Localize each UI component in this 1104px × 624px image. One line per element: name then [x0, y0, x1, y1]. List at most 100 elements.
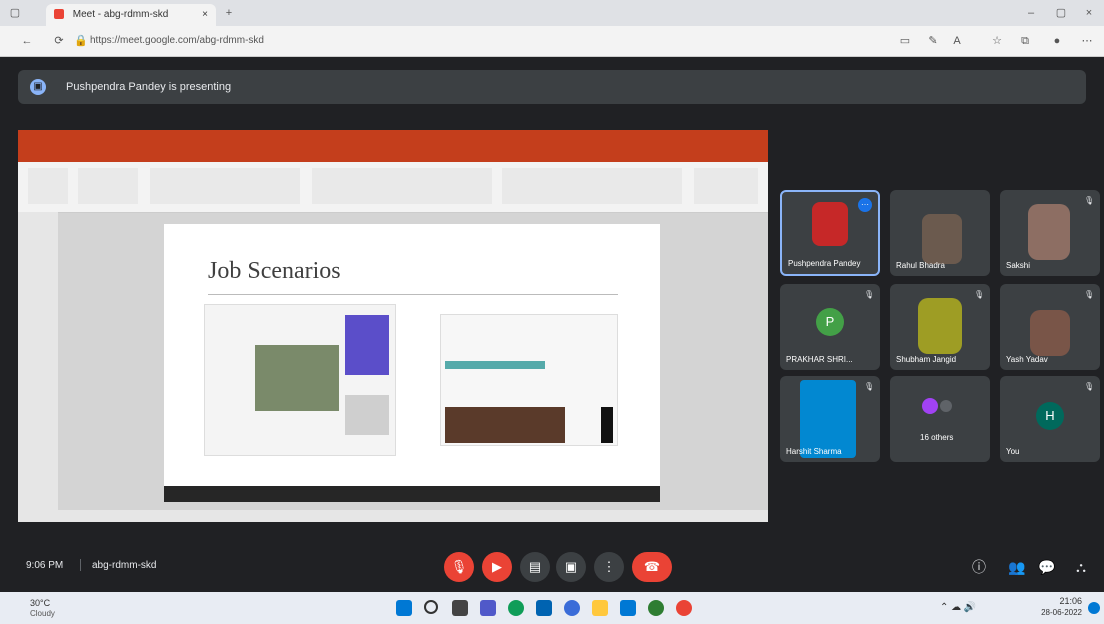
- search-icon[interactable]: [424, 600, 438, 614]
- participant-video: [922, 214, 962, 264]
- weather-temp[interactable]: 30°C: [30, 598, 50, 608]
- profile-icon[interactable]: ●: [1050, 34, 1064, 48]
- powerpoint-ribbon-tabs: [18, 150, 768, 162]
- weather-desc: Cloudy: [30, 609, 55, 618]
- mic-off-icon: 🎙: [974, 290, 985, 299]
- participant-name: Rahul Bhadra: [896, 261, 945, 270]
- tab-title: Meet - abg-rdmm-skd: [72, 9, 169, 20]
- others-count: 16 others: [920, 433, 954, 442]
- close-tab-icon[interactable]: ×: [202, 4, 208, 26]
- mic-off-icon: 🎙: [1084, 290, 1095, 299]
- new-tab-icon[interactable]: +: [222, 6, 236, 20]
- participant-name: Sakshi: [1006, 261, 1031, 270]
- slide-title: Job Scenarios: [208, 258, 341, 284]
- self-tile[interactable]: H You 🎙: [1000, 376, 1100, 462]
- speaking-icon: ⋯: [858, 198, 872, 212]
- browser-tab[interactable]: Meet - abg-rdmm-skd ×: [46, 4, 216, 26]
- others-tile[interactable]: 16 others: [890, 376, 990, 462]
- participant-name: Yash Yadav: [1006, 355, 1048, 364]
- powerpoint-ribbon: [18, 162, 768, 213]
- participant-tile[interactable]: Sakshi 🎙: [1000, 190, 1100, 276]
- browser-tab-bar: ▢ Meet - abg-rdmm-skd × + – ▢ ×: [0, 0, 1104, 26]
- address-bar: ← ⟳ 🔒 https://meet.google.com/abg-rdmm-s…: [0, 26, 1104, 57]
- clock-time[interactable]: 21:06: [1030, 596, 1082, 606]
- camera-icon[interactable]: ▭: [898, 34, 912, 48]
- participant-tile[interactable]: Pushpendra Pandey ⋯: [780, 190, 880, 276]
- mic-off-icon: 🎙: [864, 290, 875, 299]
- chat-app-icon[interactable]: [480, 600, 496, 616]
- presenting-banner: ▣ Pushpendra Pandey is presenting: [18, 70, 1086, 104]
- slide-canvas: Job Scenarios: [164, 224, 660, 486]
- more-menu-icon[interactable]: ⋯: [1080, 34, 1094, 48]
- lock-icon: 🔒: [74, 35, 88, 47]
- chat-icon[interactable]: 💬: [1038, 558, 1056, 576]
- separator: [80, 559, 81, 571]
- leave-call-button[interactable]: ☎: [632, 552, 672, 582]
- participant-name: PRAKHAR SHRI...: [786, 355, 853, 364]
- mic-off-icon: 🎙: [1084, 196, 1095, 205]
- close-window-icon[interactable]: ×: [1082, 6, 1096, 20]
- windows-taskbar: 30°C Cloudy ⌃ ☁ 🔊 21:06 28-06-2022: [0, 592, 1104, 624]
- chrome-icon[interactable]: [676, 600, 692, 616]
- slide-screenshot-right: [440, 314, 618, 446]
- participant-video: [918, 298, 962, 354]
- refresh-icon[interactable]: ⟳: [52, 34, 66, 48]
- tray-icons[interactable]: ⌃ ☁ 🔊: [940, 602, 976, 613]
- shared-screen: Job Scenarios: [18, 130, 768, 522]
- slide-screenshot-left: [204, 304, 396, 456]
- participant-tile[interactable]: Shubham Jangid 🎙: [890, 284, 990, 370]
- store-icon[interactable]: [536, 600, 552, 616]
- favorites-icon[interactable]: ☆: [990, 34, 1004, 48]
- more-options-button[interactable]: ⋮: [594, 552, 624, 582]
- maximize-icon[interactable]: ▢: [1054, 6, 1068, 20]
- mic-toggle-button[interactable]: 🎙: [444, 552, 474, 582]
- self-avatar: H: [1036, 402, 1064, 430]
- present-screen-button[interactable]: ▣: [556, 552, 586, 582]
- app-icon[interactable]: [648, 600, 664, 616]
- browser-icon[interactable]: [564, 600, 580, 616]
- presenting-text: Pushpendra Pandey is presenting: [66, 81, 232, 93]
- notifications-icon[interactable]: [1088, 602, 1100, 614]
- minimize-icon[interactable]: –: [1024, 6, 1038, 20]
- mic-off-icon: 🎙: [1084, 382, 1095, 391]
- clock-date[interactable]: 28-06-2022: [1030, 608, 1082, 617]
- others-avatar-2: [940, 400, 952, 412]
- participant-video: [1030, 310, 1070, 356]
- collections-icon[interactable]: ⧉: [1018, 34, 1032, 48]
- self-name: You: [1006, 447, 1020, 456]
- slide-divider: [208, 294, 618, 295]
- participant-tile[interactable]: P PRAKHAR SHRI... 🎙: [780, 284, 880, 370]
- url-input[interactable]: https://meet.google.com/abg-rdmm-skd: [90, 32, 730, 50]
- window-menu-icon[interactable]: ▢: [8, 6, 22, 20]
- activities-icon[interactable]: ⛬: [1072, 558, 1090, 576]
- camera-toggle-button[interactable]: ▶: [482, 552, 512, 582]
- participant-tile[interactable]: Rahul Bhadra: [890, 190, 990, 276]
- meet-favicon-icon: [54, 9, 64, 20]
- powerpoint-status-bar: [18, 510, 768, 522]
- participant-avatar: P: [816, 308, 844, 336]
- mail-icon[interactable]: [620, 600, 636, 616]
- back-icon[interactable]: ←: [20, 34, 34, 48]
- meet-control-bar: 9:06 PM abg-rdmm-skd 🎙 ▶ ▤ ▣ ⋮ ☎ ⓘ 👥 💬 ⛬: [0, 544, 1104, 592]
- file-explorer-icon[interactable]: [592, 600, 608, 616]
- participant-tile[interactable]: Yash Yadav 🎙: [1000, 284, 1100, 370]
- meeting-time: 9:06 PM: [26, 560, 64, 571]
- presentation-icon: ▣: [30, 79, 46, 95]
- read-aloud-icon[interactable]: A: [950, 34, 964, 48]
- meeting-details-icon[interactable]: ⓘ: [970, 558, 988, 576]
- mic-off-icon: 🎙: [864, 382, 875, 391]
- participant-name: Shubham Jangid: [896, 355, 957, 364]
- task-view-icon[interactable]: [452, 600, 468, 616]
- participant-tile[interactable]: Harshit Sharma 🎙: [780, 376, 880, 462]
- edge-icon[interactable]: [508, 600, 524, 616]
- participant-name: Harshit Sharma: [786, 447, 842, 456]
- participant-name: Pushpendra Pandey: [788, 259, 861, 268]
- others-avatar-1: [922, 398, 938, 414]
- start-icon[interactable]: [396, 600, 412, 616]
- captions-button[interactable]: ▤: [520, 552, 550, 582]
- powerpoint-title-bar: [18, 130, 768, 150]
- meeting-code: abg-rdmm-skd: [92, 560, 157, 571]
- people-icon[interactable]: 👥: [1008, 558, 1026, 576]
- mic-blocked-icon[interactable]: ✎: [926, 34, 940, 48]
- slide-thumbnail-pane: [18, 212, 58, 512]
